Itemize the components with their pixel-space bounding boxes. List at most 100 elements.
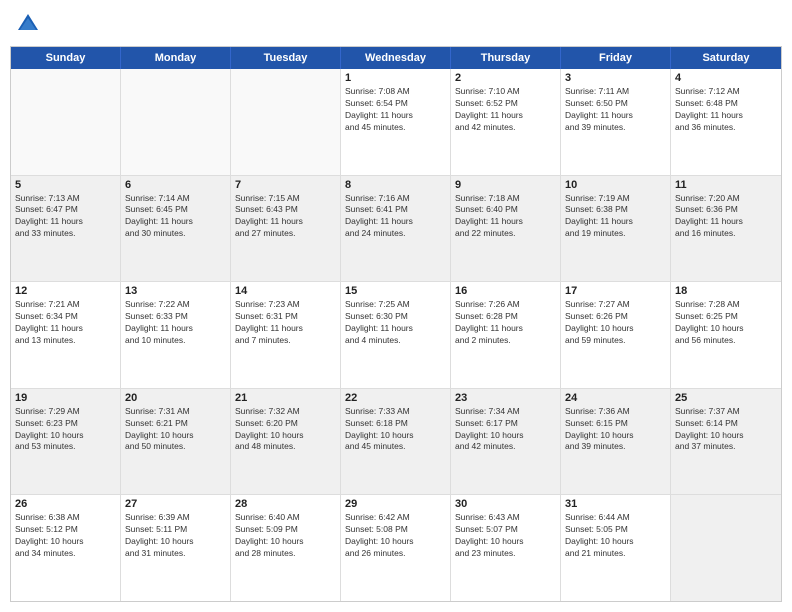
day-number: 29 xyxy=(345,498,446,510)
day-info: Sunrise: 7:32 AM Sunset: 6:20 PM Dayligh… xyxy=(235,406,336,454)
weekday-header-thursday: Thursday xyxy=(451,47,561,69)
calendar-cell: 21 Sunrise: 7:32 AM Sunset: 6:20 PM Dayli… xyxy=(231,389,341,495)
page: SundayMondayTuesdayWednesdayThursdayFrid… xyxy=(0,0,792,612)
calendar-cell: 2Sunrise: 7:10 AM Sunset: 6:52 PM Daylig… xyxy=(451,69,561,175)
day-info: Sunrise: 7:13 AM Sunset: 6:47 PM Dayligh… xyxy=(15,193,116,241)
day-number: 3 xyxy=(565,72,666,84)
day-info: Sunrise: 7:10 AM Sunset: 6:52 PM Dayligh… xyxy=(455,86,556,134)
day-number: 5 xyxy=(15,179,116,191)
calendar-cell: 10 Sunrise: 7:19 AM Sunset: 6:38 PM Dayli… xyxy=(561,176,671,282)
day-number: 8 xyxy=(345,179,446,191)
header xyxy=(10,10,782,38)
day-info: Sunrise: 7:11 AM Sunset: 6:50 PM Dayligh… xyxy=(565,86,666,134)
calendar-cell: 6Sunrise: 7:14 AM Sunset: 6:45 PM Daylig… xyxy=(121,176,231,282)
calendar-cell: 16 Sunrise: 7:26 AM Sunset: 6:28 PM Dayli… xyxy=(451,282,561,388)
weekday-header-friday: Friday xyxy=(561,47,671,69)
calendar-cell: 26 Sunrise: 6:38 AM Sunset: 5:12 PM Dayli… xyxy=(11,495,121,601)
calendar-cell xyxy=(671,495,781,601)
day-number: 27 xyxy=(125,498,226,510)
calendar-cell: 3 Sunrise: 7:11 AM Sunset: 6:50 PM Daylig… xyxy=(561,69,671,175)
calendar-cell: 9 Sunrise: 7:18 AM Sunset: 6:40 PM Daylig… xyxy=(451,176,561,282)
day-info: Sunrise: 7:26 AM Sunset: 6:28 PM Dayligh… xyxy=(455,299,556,347)
day-info: Sunrise: 7:25 AM Sunset: 6:30 PM Dayligh… xyxy=(345,299,446,347)
calendar-cell: 23 Sunrise: 7:34 AM Sunset: 6:17 PM Dayli… xyxy=(451,389,561,495)
calendar-cell xyxy=(121,69,231,175)
day-info: Sunrise: 7:27 AM Sunset: 6:26 PM Dayligh… xyxy=(565,299,666,347)
day-info: Sunrise: 7:31 AM Sunset: 6:21 PM Dayligh… xyxy=(125,406,226,454)
calendar-row-4: 26 Sunrise: 6:38 AM Sunset: 5:12 PM Dayli… xyxy=(11,495,781,601)
day-number: 18 xyxy=(675,285,777,297)
day-info: Sunrise: 7:29 AM Sunset: 6:23 PM Dayligh… xyxy=(15,406,116,454)
day-info: Sunrise: 7:37 AM Sunset: 6:14 PM Dayligh… xyxy=(675,406,777,454)
calendar-row-2: 12Sunrise: 7:21 AM Sunset: 6:34 PM Dayli… xyxy=(11,282,781,389)
calendar-cell: 12Sunrise: 7:21 AM Sunset: 6:34 PM Dayli… xyxy=(11,282,121,388)
calendar-cell: 11 Sunrise: 7:20 AM Sunset: 6:36 PM Dayli… xyxy=(671,176,781,282)
calendar-cell: 19 Sunrise: 7:29 AM Sunset: 6:23 PM Dayli… xyxy=(11,389,121,495)
day-info: Sunrise: 7:36 AM Sunset: 6:15 PM Dayligh… xyxy=(565,406,666,454)
calendar-cell: 31 Sunrise: 6:44 AM Sunset: 5:05 PM Dayli… xyxy=(561,495,671,601)
weekday-header-sunday: Sunday xyxy=(11,47,121,69)
day-info: Sunrise: 6:43 AM Sunset: 5:07 PM Dayligh… xyxy=(455,512,556,560)
calendar-cell: 24 Sunrise: 7:36 AM Sunset: 6:15 PM Dayli… xyxy=(561,389,671,495)
day-number: 19 xyxy=(15,392,116,404)
day-info: Sunrise: 7:20 AM Sunset: 6:36 PM Dayligh… xyxy=(675,193,777,241)
calendar-cell: 18Sunrise: 7:28 AM Sunset: 6:25 PM Dayli… xyxy=(671,282,781,388)
day-number: 24 xyxy=(565,392,666,404)
weekday-header-wednesday: Wednesday xyxy=(341,47,451,69)
day-number: 17 xyxy=(565,285,666,297)
day-number: 28 xyxy=(235,498,336,510)
calendar-cell: 17 Sunrise: 7:27 AM Sunset: 6:26 PM Dayli… xyxy=(561,282,671,388)
calendar-header: SundayMondayTuesdayWednesdayThursdayFrid… xyxy=(11,47,781,69)
day-info: Sunrise: 7:19 AM Sunset: 6:38 PM Dayligh… xyxy=(565,193,666,241)
day-number: 16 xyxy=(455,285,556,297)
calendar-cell: 7Sunrise: 7:15 AM Sunset: 6:43 PM Daylig… xyxy=(231,176,341,282)
day-number: 9 xyxy=(455,179,556,191)
day-info: Sunrise: 6:40 AM Sunset: 5:09 PM Dayligh… xyxy=(235,512,336,560)
calendar-cell: 5 Sunrise: 7:13 AM Sunset: 6:47 PM Daylig… xyxy=(11,176,121,282)
day-number: 23 xyxy=(455,392,556,404)
weekday-header-tuesday: Tuesday xyxy=(231,47,341,69)
calendar-cell: 13 Sunrise: 7:22 AM Sunset: 6:33 PM Dayli… xyxy=(121,282,231,388)
day-info: Sunrise: 7:14 AM Sunset: 6:45 PM Dayligh… xyxy=(125,193,226,241)
day-info: Sunrise: 7:18 AM Sunset: 6:40 PM Dayligh… xyxy=(455,193,556,241)
day-number: 21 xyxy=(235,392,336,404)
day-info: Sunrise: 7:33 AM Sunset: 6:18 PM Dayligh… xyxy=(345,406,446,454)
day-number: 11 xyxy=(675,179,777,191)
day-info: Sunrise: 7:15 AM Sunset: 6:43 PM Dayligh… xyxy=(235,193,336,241)
calendar-body: 1 Sunrise: 7:08 AM Sunset: 6:54 PM Daylig… xyxy=(11,69,781,601)
day-number: 1 xyxy=(345,72,446,84)
day-number: 30 xyxy=(455,498,556,510)
day-number: 10 xyxy=(565,179,666,191)
day-number: 25 xyxy=(675,392,777,404)
day-info: Sunrise: 7:08 AM Sunset: 6:54 PM Dayligh… xyxy=(345,86,446,134)
weekday-header-saturday: Saturday xyxy=(671,47,781,69)
day-info: Sunrise: 7:16 AM Sunset: 6:41 PM Dayligh… xyxy=(345,193,446,241)
calendar-cell: 29Sunrise: 6:42 AM Sunset: 5:08 PM Dayli… xyxy=(341,495,451,601)
day-number: 31 xyxy=(565,498,666,510)
day-number: 26 xyxy=(15,498,116,510)
day-info: Sunrise: 6:44 AM Sunset: 5:05 PM Dayligh… xyxy=(565,512,666,560)
calendar-cell: 15Sunrise: 7:25 AM Sunset: 6:30 PM Dayli… xyxy=(341,282,451,388)
logo-icon xyxy=(14,10,42,38)
calendar-cell: 14 Sunrise: 7:23 AM Sunset: 6:31 PM Dayli… xyxy=(231,282,341,388)
calendar-cell: 28 Sunrise: 6:40 AM Sunset: 5:09 PM Dayli… xyxy=(231,495,341,601)
calendar-cell: 8 Sunrise: 7:16 AM Sunset: 6:41 PM Daylig… xyxy=(341,176,451,282)
day-info: Sunrise: 7:23 AM Sunset: 6:31 PM Dayligh… xyxy=(235,299,336,347)
day-number: 13 xyxy=(125,285,226,297)
calendar-row-3: 19 Sunrise: 7:29 AM Sunset: 6:23 PM Dayli… xyxy=(11,389,781,496)
calendar-cell xyxy=(231,69,341,175)
calendar-cell: 27Sunrise: 6:39 AM Sunset: 5:11 PM Dayli… xyxy=(121,495,231,601)
day-number: 20 xyxy=(125,392,226,404)
calendar-row-0: 1 Sunrise: 7:08 AM Sunset: 6:54 PM Daylig… xyxy=(11,69,781,176)
day-info: Sunrise: 7:21 AM Sunset: 6:34 PM Dayligh… xyxy=(15,299,116,347)
calendar: SundayMondayTuesdayWednesdayThursdayFrid… xyxy=(10,46,782,602)
day-info: Sunrise: 6:38 AM Sunset: 5:12 PM Dayligh… xyxy=(15,512,116,560)
day-info: Sunrise: 7:22 AM Sunset: 6:33 PM Dayligh… xyxy=(125,299,226,347)
day-info: Sunrise: 7:34 AM Sunset: 6:17 PM Dayligh… xyxy=(455,406,556,454)
day-number: 4 xyxy=(675,72,777,84)
day-number: 14 xyxy=(235,285,336,297)
day-number: 22 xyxy=(345,392,446,404)
calendar-row-1: 5 Sunrise: 7:13 AM Sunset: 6:47 PM Daylig… xyxy=(11,176,781,283)
calendar-cell xyxy=(11,69,121,175)
calendar-cell: 1 Sunrise: 7:08 AM Sunset: 6:54 PM Daylig… xyxy=(341,69,451,175)
